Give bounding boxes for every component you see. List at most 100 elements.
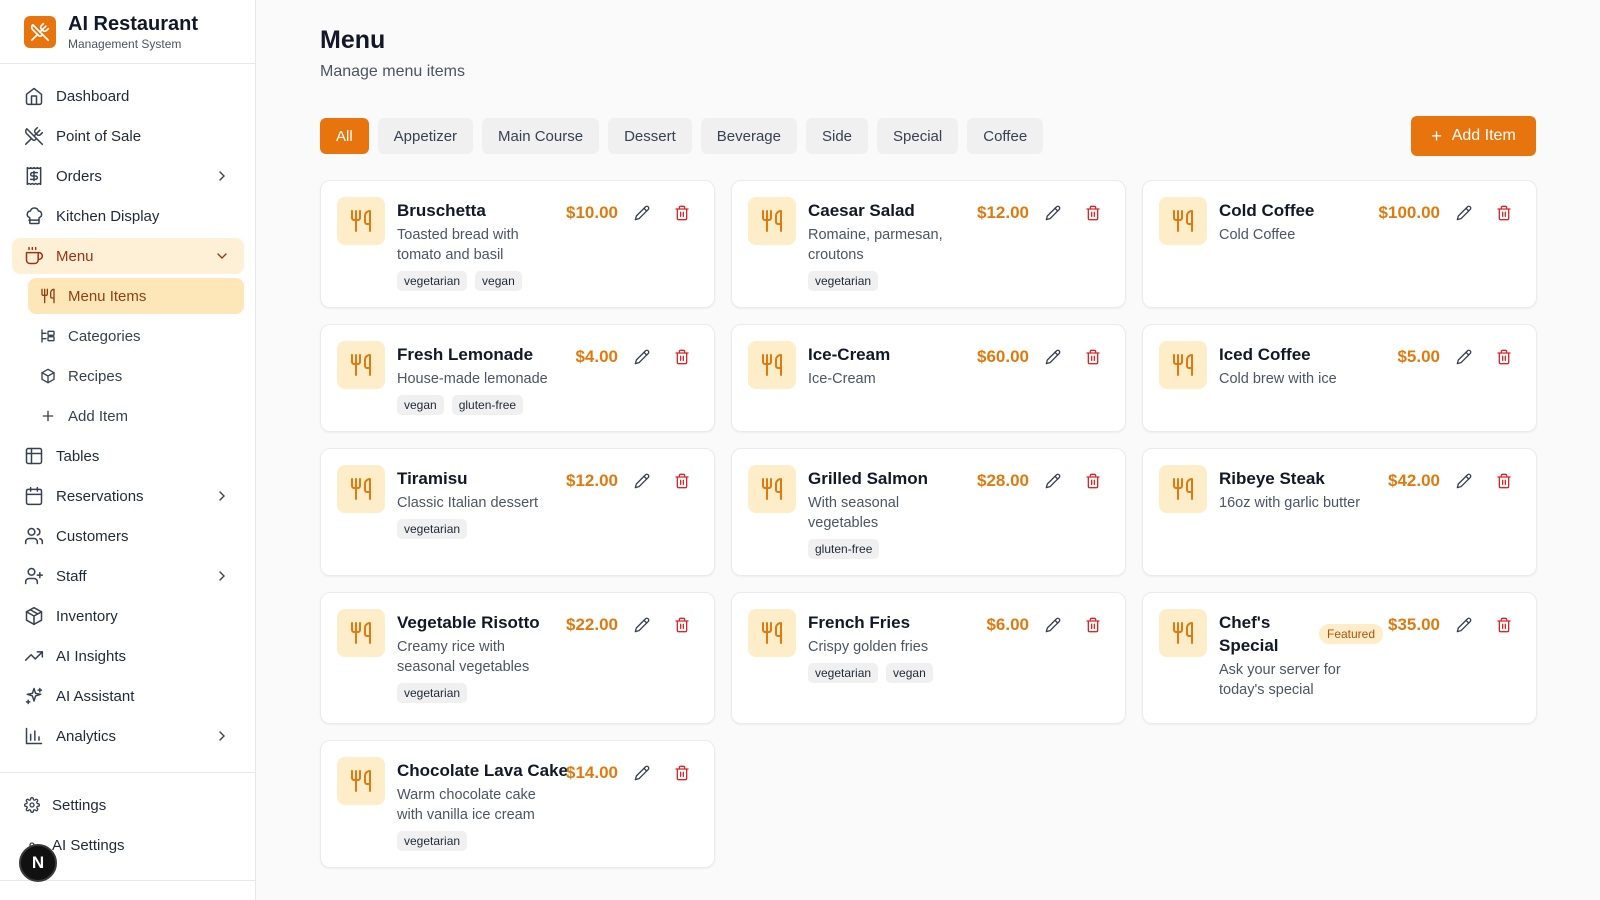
delete-icon[interactable] — [1083, 471, 1103, 491]
menu-item-card[interactable]: Iced Coffee Cold brew with ice $5.00 — [1142, 324, 1537, 432]
delete-icon[interactable] — [1494, 347, 1514, 367]
edit-icon[interactable] — [1454, 471, 1474, 491]
menu-item-card[interactable]: Tiramisu Classic Italian dessert vegetaria… — [320, 448, 715, 576]
filter-all[interactable]: All — [320, 118, 369, 154]
dev-tools-badge[interactable]: N — [19, 844, 57, 882]
sidebar-item-kitchen-display[interactable]: Kitchen Display — [12, 198, 244, 234]
sidebar-item-ai-assistant[interactable]: AI Assistant — [12, 678, 244, 714]
delete-icon[interactable] — [672, 347, 692, 367]
edit-icon[interactable] — [632, 203, 652, 223]
delete-icon[interactable] — [1494, 203, 1514, 223]
delete-icon[interactable] — [672, 615, 692, 635]
menu-item-description: Toasted bread with tomato and basil — [397, 225, 519, 265]
filter-special[interactable]: Special — [877, 118, 959, 154]
utensils-icon — [1159, 465, 1207, 513]
brand[interactable]: AI Restaurant Management System — [0, 0, 255, 64]
sidebar-item-menu[interactable]: Menu — [12, 238, 244, 274]
menu-item-description-line: Ice-Cream — [808, 371, 876, 387]
menu-item-card[interactable]: Ice-Cream Ice-Cream $60.00 — [731, 324, 1126, 432]
filter-appetizer[interactable]: Appetizer — [377, 118, 474, 154]
sidebar-item-reservations[interactable]: Reservations — [12, 478, 244, 514]
edit-icon[interactable] — [1043, 203, 1063, 223]
chevron-right-icon — [219, 731, 225, 741]
sidebar-item-label: Tables — [56, 447, 100, 465]
sidebar-item-settings[interactable]: Settings — [0, 787, 256, 823]
delete-icon[interactable] — [1083, 203, 1103, 223]
add-item-label: Add Item — [1451, 127, 1516, 144]
menu-item-description: House-made lemonade — [397, 369, 548, 389]
menu-item-card[interactable]: Cold Coffee Cold Coffee $100.00 — [1142, 180, 1537, 308]
page-subtitle: Manage menu items — [320, 63, 465, 80]
sidebar-subitem-recipes[interactable]: Recipes — [28, 358, 244, 394]
sidebar-item-dashboard[interactable]: Dashboard — [12, 78, 244, 114]
add-item-button[interactable]: + Add Item — [1411, 116, 1536, 156]
utensils-icon — [337, 341, 385, 389]
sidebar-subitem-add-item[interactable]: Add Item — [28, 398, 244, 434]
menu-item-card[interactable]: Vegetable Risotto Creamy rice with seasona… — [320, 592, 715, 724]
menu-item-card[interactable]: Caesar Salad Romaine, parmesan, croutons ve… — [731, 180, 1126, 308]
filter-beverage[interactable]: Beverage — [700, 118, 797, 154]
menu-item-name: Vegetable Risotto — [397, 613, 540, 632]
delete-icon[interactable] — [1083, 615, 1103, 635]
dietary-tag: vegetarian — [397, 831, 468, 851]
menu-item-price: $14.00 — [566, 763, 618, 782]
menu-item-name: Chocolate Lava Cake — [397, 761, 569, 780]
sidebar-subitem-menu-items[interactable]: Menu Items — [28, 278, 244, 314]
delete-icon[interactable] — [1083, 347, 1103, 367]
sidebar-item-tables[interactable]: Tables — [12, 438, 244, 474]
delete-icon[interactable] — [672, 471, 692, 491]
menu-item-name: French Fries — [808, 613, 911, 632]
delete-icon[interactable] — [672, 763, 692, 783]
menu-item-price: $42.00 — [1388, 471, 1440, 490]
menu-item-card[interactable]: Chef's Special Ask your server for today's … — [1142, 592, 1537, 724]
sidebar-subitem-categories[interactable]: Categories — [28, 318, 244, 354]
sidebar-item-label: Customers — [56, 527, 129, 545]
menu-item-description: Cold Coffee — [1219, 225, 1295, 245]
home-icon — [24, 86, 44, 106]
edit-icon[interactable] — [1043, 347, 1063, 367]
delete-icon[interactable] — [672, 203, 692, 223]
edit-icon[interactable] — [1043, 471, 1063, 491]
filter-dessert[interactable]: Dessert — [608, 118, 692, 154]
menu-item-name: Caesar Salad — [808, 201, 915, 220]
chevron-down-icon — [217, 253, 227, 259]
delete-icon[interactable] — [1494, 471, 1514, 491]
delete-icon[interactable] — [1494, 615, 1514, 635]
sidebar-item-ai-insights[interactable]: AI Insights — [12, 638, 244, 674]
menu-item-card[interactable]: Grilled Salmon With seasonal vegetables glu… — [731, 448, 1126, 576]
menu-item-card[interactable]: Chocolate Lava Cake Warm chocolate cake wi… — [320, 740, 715, 868]
menu-item-card[interactable]: Bruschetta Toasted bread with tomato and b… — [320, 180, 715, 308]
chevron-right-icon — [219, 571, 225, 581]
sidebar-item-orders[interactable]: Orders — [12, 158, 244, 194]
sidebar-item-inventory[interactable]: Inventory — [12, 598, 244, 634]
menu-item-card[interactable]: French Fries Crispy golden fries vegetaria… — [731, 592, 1126, 724]
menu-item-card[interactable]: Ribeye Steak 16oz with garlic butter $42.0… — [1142, 448, 1537, 576]
filter-coffee[interactable]: Coffee — [967, 118, 1044, 154]
edit-icon[interactable] — [632, 471, 652, 491]
menu-item-description: Cold brew with ice — [1219, 369, 1337, 389]
edit-icon[interactable] — [1454, 347, 1474, 367]
sidebar-item-customers[interactable]: Customers — [12, 518, 244, 554]
sidebar: AI Restaurant Management System Dashboar… — [0, 0, 256, 900]
edit-icon[interactable] — [1454, 203, 1474, 223]
app-subtitle: Management System — [68, 36, 182, 51]
edit-icon[interactable] — [1454, 615, 1474, 635]
menu-item-name: Fresh Lemonade — [397, 345, 534, 364]
chevron-right-icon — [219, 491, 225, 501]
sidebar-item-label: Analytics — [56, 727, 117, 745]
sparkles-icon — [24, 686, 44, 706]
utensils-crossed-logo-icon — [24, 15, 56, 48]
filter-side[interactable]: Side — [806, 118, 869, 154]
edit-icon[interactable] — [632, 347, 652, 367]
menu-item-card[interactable]: Fresh Lemonade House-made lemonade vegan gl… — [320, 324, 715, 432]
app-title: AI Restaurant — [68, 12, 199, 35]
edit-icon[interactable] — [1043, 615, 1063, 635]
sidebar-item-analytics[interactable]: Analytics — [12, 718, 244, 754]
edit-icon[interactable] — [632, 763, 652, 783]
sidebar-item-point-of-sale[interactable]: Point of Sale — [12, 118, 244, 154]
menu-item-description-line: Classic Italian dessert — [397, 495, 539, 511]
edit-icon[interactable] — [632, 615, 652, 635]
filter-main-course[interactable]: Main Course — [482, 118, 600, 154]
dietary-tag: vegetarian — [808, 663, 879, 683]
sidebar-item-staff[interactable]: Staff — [12, 558, 244, 594]
